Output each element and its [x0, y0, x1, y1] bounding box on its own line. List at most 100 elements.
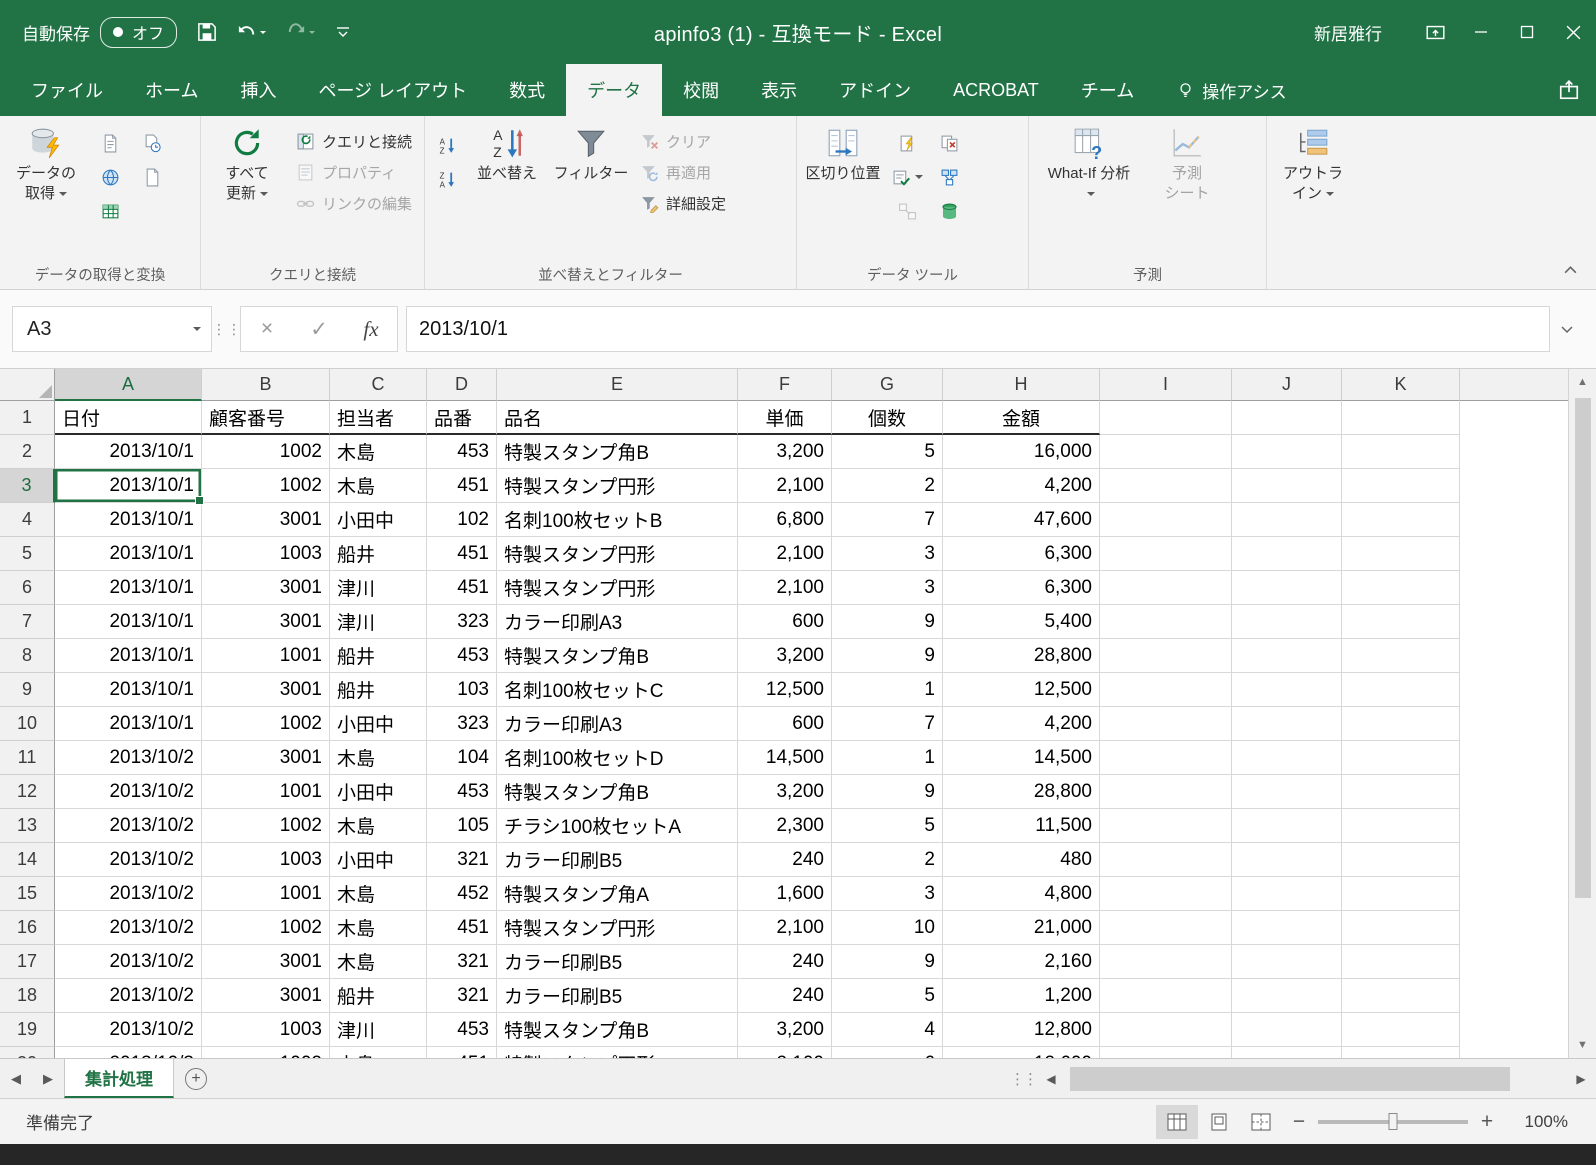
cell-J5[interactable] [1232, 537, 1342, 571]
cell-E6[interactable]: 特製スタンプ円形 [497, 571, 738, 605]
row-header-3[interactable]: 3 [0, 469, 55, 503]
ribbon-display-options-button[interactable] [1412, 0, 1458, 64]
cell-A17[interactable]: 2013/10/2 [55, 945, 202, 979]
cell-C5[interactable]: 船井 [330, 537, 427, 571]
cell-E5[interactable]: 特製スタンプ円形 [497, 537, 738, 571]
cell-E13[interactable]: チラシ100枚セットA [497, 809, 738, 843]
row-header-12[interactable]: 12 [0, 775, 55, 809]
remove-duplicates-button[interactable] [931, 128, 967, 158]
cell-F14[interactable]: 240 [738, 843, 832, 877]
cell-J6[interactable] [1232, 571, 1342, 605]
cell-A14[interactable]: 2013/10/2 [55, 843, 202, 877]
cell-C13[interactable]: 木島 [330, 809, 427, 843]
manage-data-model-button[interactable] [931, 196, 967, 226]
cell-C6[interactable]: 津川 [330, 571, 427, 605]
cell-K5[interactable] [1342, 537, 1460, 571]
cell-I16[interactable] [1100, 911, 1232, 945]
cell-A19[interactable]: 2013/10/2 [55, 1013, 202, 1047]
row-header-7[interactable]: 7 [0, 605, 55, 639]
collapse-ribbon-button[interactable] [1563, 263, 1578, 281]
ribbon-tab-0[interactable]: ファイル [10, 64, 124, 116]
cell-G20[interactable]: 6 [832, 1047, 943, 1058]
cell-E19[interactable]: 特製スタンプ角B [497, 1013, 738, 1047]
cell-H9[interactable]: 12,500 [943, 673, 1100, 707]
cell-D9[interactable]: 103 [427, 673, 497, 707]
row-header-2[interactable]: 2 [0, 435, 55, 469]
flash-fill-button[interactable] [889, 128, 925, 158]
cell-K2[interactable] [1342, 435, 1460, 469]
vertical-scroll-thumb[interactable] [1575, 398, 1591, 898]
cell-I1[interactable] [1100, 401, 1232, 435]
tell-me-button[interactable]: 操作アシス [1177, 64, 1286, 116]
undo-button[interactable] [237, 22, 266, 42]
row-header-4[interactable]: 4 [0, 503, 55, 537]
cell-F18[interactable]: 240 [738, 979, 832, 1013]
filter-button[interactable]: フィルター [549, 122, 633, 183]
redo-button[interactable] [286, 22, 315, 42]
cell-D19[interactable]: 453 [427, 1013, 497, 1047]
column-header-I[interactable]: I [1100, 369, 1232, 401]
cell-A5[interactable]: 2013/10/1 [55, 537, 202, 571]
cell-H14[interactable]: 480 [943, 843, 1100, 877]
cell-G6[interactable]: 3 [832, 571, 943, 605]
cell-D16[interactable]: 451 [427, 911, 497, 945]
cell-F12[interactable]: 3,200 [738, 775, 832, 809]
cell-J9[interactable] [1232, 673, 1342, 707]
cell-B9[interactable]: 3001 [202, 673, 330, 707]
cell-A11[interactable]: 2013/10/2 [55, 741, 202, 775]
cell-B10[interactable]: 1002 [202, 707, 330, 741]
cell-A9[interactable]: 2013/10/1 [55, 673, 202, 707]
cell-E16[interactable]: 特製スタンプ円形 [497, 911, 738, 945]
user-name[interactable]: 新居雅行 [1314, 20, 1382, 45]
cell-J16[interactable] [1232, 911, 1342, 945]
cell-H7[interactable]: 5,400 [943, 605, 1100, 639]
ribbon-tab-1[interactable]: ホーム [124, 64, 219, 116]
cell-D4[interactable]: 102 [427, 503, 497, 537]
cell-G3[interactable]: 2 [832, 469, 943, 503]
cell-H6[interactable]: 6,300 [943, 571, 1100, 605]
undo-dropdown-icon[interactable] [260, 31, 266, 37]
cell-E14[interactable]: カラー印刷B5 [497, 843, 738, 877]
cell-I15[interactable] [1100, 877, 1232, 911]
cell-B16[interactable]: 1002 [202, 911, 330, 945]
cell-E17[interactable]: カラー印刷B5 [497, 945, 738, 979]
refresh-all-button[interactable]: すべて 更新 [205, 122, 289, 203]
ribbon-tab-7[interactable]: 表示 [740, 64, 818, 116]
cell-B6[interactable]: 3001 [202, 571, 330, 605]
cell-C15[interactable]: 木島 [330, 877, 427, 911]
close-button[interactable] [1550, 0, 1596, 64]
cell-E18[interactable]: カラー印刷B5 [497, 979, 738, 1013]
cell-K16[interactable] [1342, 911, 1460, 945]
column-header-B[interactable]: B [202, 369, 330, 401]
cell-K11[interactable] [1342, 741, 1460, 775]
cell-C4[interactable]: 小田中 [330, 503, 427, 537]
cell-A18[interactable]: 2013/10/2 [55, 979, 202, 1013]
cell-B18[interactable]: 3001 [202, 979, 330, 1013]
cell-H3[interactable]: 4,200 [943, 469, 1100, 503]
cell-E9[interactable]: 名刺100枚セットC [497, 673, 738, 707]
cell-K13[interactable] [1342, 809, 1460, 843]
advanced-filter-button[interactable]: 詳細設定 [633, 190, 733, 217]
cell-C20[interactable]: 木島 [330, 1047, 427, 1058]
insert-function-button[interactable]: fx [345, 317, 397, 342]
cell-K18[interactable] [1342, 979, 1460, 1013]
cell-B8[interactable]: 1001 [202, 639, 330, 673]
cell-K12[interactable] [1342, 775, 1460, 809]
cell-A12[interactable]: 2013/10/2 [55, 775, 202, 809]
cell-H20[interactable]: 12,600 [943, 1047, 1100, 1058]
save-button[interactable] [197, 22, 217, 42]
cell-B11[interactable]: 3001 [202, 741, 330, 775]
maximize-button[interactable] [1504, 0, 1550, 64]
cell-E3[interactable]: 特製スタンプ円形 [497, 469, 738, 503]
cell-B20[interactable]: 1002 [202, 1047, 330, 1058]
consolidate-button[interactable] [931, 162, 967, 192]
outline-button[interactable]: アウトラ イン [1271, 122, 1355, 203]
next-sheet-button[interactable]: ▶ [32, 1059, 64, 1098]
cell-H10[interactable]: 4,200 [943, 707, 1100, 741]
cell-C9[interactable]: 船井 [330, 673, 427, 707]
column-header-K[interactable]: K [1342, 369, 1460, 401]
cell-G15[interactable]: 3 [832, 877, 943, 911]
cell-F6[interactable]: 2,100 [738, 571, 832, 605]
cell-G8[interactable]: 9 [832, 639, 943, 673]
cell-B3[interactable]: 1002 [202, 469, 330, 503]
